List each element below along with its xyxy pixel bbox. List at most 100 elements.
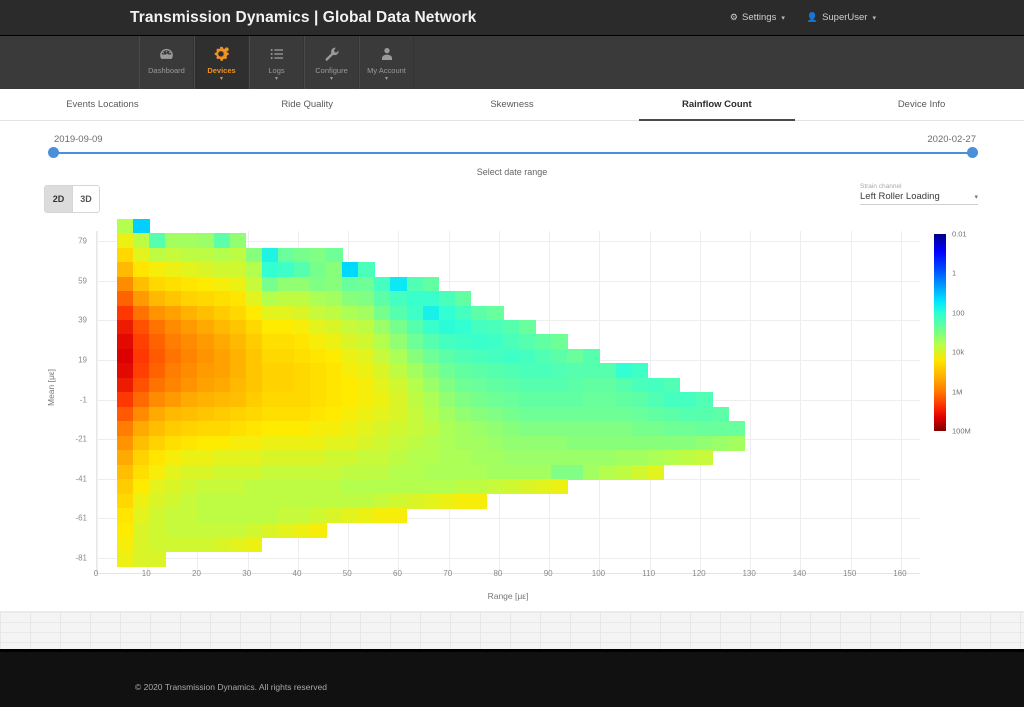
heatmap-cell (551, 334, 568, 349)
heatmap-cell (342, 291, 359, 306)
tab-events-locations[interactable]: Events Locations (0, 89, 205, 120)
heatmap-cell (246, 392, 263, 407)
heatmap-cell (342, 306, 359, 321)
user-menu[interactable]: 👤 SuperUser ▾ (807, 12, 876, 23)
settings-menu[interactable]: ⚙ Settings ▾ (730, 12, 785, 23)
heatmap-cell (181, 421, 198, 436)
heatmap-cell (262, 523, 279, 538)
heatmap-cell (197, 334, 214, 349)
heatmap-cell (407, 392, 424, 407)
nav-item-configure[interactable]: Configure▾ (304, 36, 359, 89)
heatmap-cell (455, 436, 472, 451)
heatmap-cell (149, 450, 166, 465)
heatmap-cell (181, 508, 198, 523)
heatmap-cell (358, 320, 375, 335)
slider-track[interactable] (54, 152, 972, 154)
tab-rainflow-count[interactable]: Rainflow Count (614, 89, 819, 120)
page-footer: © 2020 Transmission Dynamics. All rights… (0, 649, 1024, 707)
heatmap-cell (214, 277, 231, 292)
nav-item-devices[interactable]: Devices▾ (194, 36, 249, 89)
heatmap-cell (165, 523, 182, 538)
heatmap-cell (278, 436, 295, 451)
x-tick-label: 120 (692, 569, 705, 578)
heatmap-cell (567, 349, 584, 364)
heatmap-cell (616, 378, 633, 393)
dimension-toggle[interactable]: 2D3D (44, 185, 100, 213)
heatmap-cell (230, 320, 247, 335)
heatmap-cell (358, 363, 375, 378)
dimension-button-3d[interactable]: 3D (72, 186, 99, 212)
nav-item-logs[interactable]: Logs▾ (249, 36, 304, 89)
heatmap-cell (310, 508, 327, 523)
heatmap-cell (326, 450, 343, 465)
heatmap-cell (664, 392, 681, 407)
heatmap-cell (503, 392, 520, 407)
heatmap-cell (487, 465, 504, 480)
nav-item-dashboard[interactable]: Dashboard▾ (139, 36, 194, 89)
heatmap-cell (648, 421, 665, 436)
heatmap-cell (165, 421, 182, 436)
heatmap-cell (503, 407, 520, 422)
heatmap-cell (117, 378, 134, 393)
x-tick-label: 50 (343, 569, 352, 578)
heatmap-cell (358, 378, 375, 393)
heatmap-cell (407, 407, 424, 422)
heatmap-cell (551, 421, 568, 436)
nav-item-my-account[interactable]: My Account▾ (359, 36, 414, 89)
heatmap-cell (632, 421, 649, 436)
heatmap-cell (583, 392, 600, 407)
slider-handle-end[interactable] (967, 147, 978, 158)
heatmap-cell (342, 363, 359, 378)
heatmap-cell (342, 277, 359, 292)
strain-channel-select[interactable]: Strain channel Left Roller Loading ▾ (860, 183, 978, 205)
tab-skewness[interactable]: Skewness (410, 89, 615, 120)
heatmap-cell (165, 465, 182, 480)
heatmap-cell (455, 421, 472, 436)
heatmap-cell (230, 508, 247, 523)
heatmap-cell (294, 392, 311, 407)
heatmap-cell (310, 248, 327, 263)
heatmap-cell (149, 465, 166, 480)
date-range-slider[interactable]: 2019-09-09 2020-02-27 Select date range (0, 121, 1024, 183)
nav-item-label: My Account (367, 66, 406, 75)
heatmap-cell (567, 421, 584, 436)
heatmap-cell (262, 291, 279, 306)
heatmap-cell (439, 349, 456, 364)
colorbar-tick-label: 0.01 (952, 230, 967, 239)
heatmap-cell (117, 306, 134, 321)
heatmap-cell (149, 291, 166, 306)
heatmap-cell (519, 363, 536, 378)
strain-channel-value-row[interactable]: Left Roller Loading ▾ (860, 191, 978, 205)
heatmap-cell (471, 320, 488, 335)
heatmap-cell (567, 363, 584, 378)
dimension-button-2d[interactable]: 2D (45, 186, 72, 212)
heatmap-cell (374, 479, 391, 494)
heatmap-cell (567, 378, 584, 393)
heatmap-cell (117, 349, 134, 364)
slider-handle-start[interactable] (48, 147, 59, 158)
heatmap-cell (358, 508, 375, 523)
heatmap-cell (230, 392, 247, 407)
heatmap-cell (133, 320, 150, 335)
heatmap-cell (197, 494, 214, 509)
heatmap-cell (197, 363, 214, 378)
heatmap-cell (278, 508, 295, 523)
heatmap-cell (487, 349, 504, 364)
heatmap-cell (165, 494, 182, 509)
heatmap-cell (262, 363, 279, 378)
heatmap-cell (117, 450, 134, 465)
heatmap-cell (471, 392, 488, 407)
heatmap-cell (117, 479, 134, 494)
tab-device-info[interactable]: Device Info (819, 89, 1024, 120)
heatmap-cell (149, 523, 166, 538)
heatmap-cell (567, 450, 584, 465)
heatmap-cell (197, 277, 214, 292)
heatmap-cell (439, 306, 456, 321)
heatmap-cell (133, 407, 150, 422)
heatmap-cell (230, 407, 247, 422)
heatmap-cell (439, 392, 456, 407)
heatmap-cell (262, 479, 279, 494)
plot-area[interactable] (96, 231, 920, 574)
heatmap-cell (117, 465, 134, 480)
tab-ride-quality[interactable]: Ride Quality (205, 89, 410, 120)
